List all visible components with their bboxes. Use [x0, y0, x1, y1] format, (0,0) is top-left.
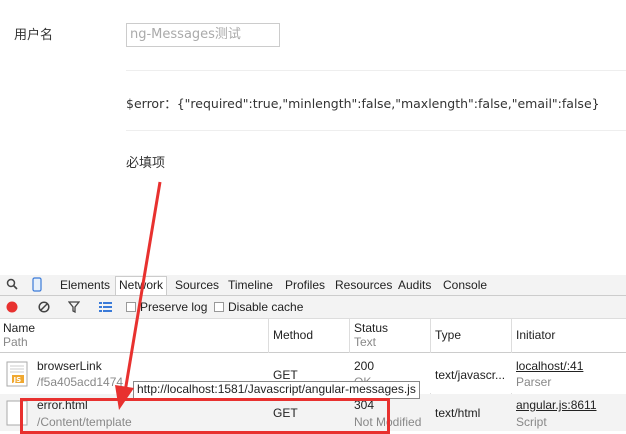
annotation-arrow	[115, 181, 162, 410]
